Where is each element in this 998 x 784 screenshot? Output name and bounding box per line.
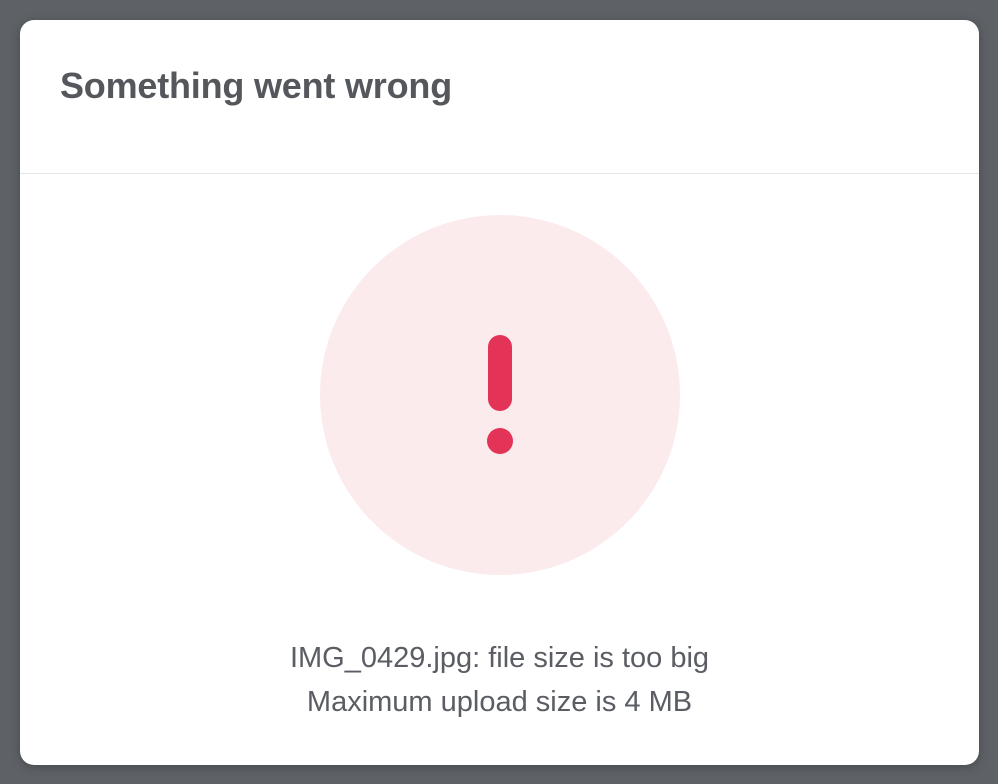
exclamation-dot [487,428,513,454]
dialog-body: IMG_0429.jpg: file size is too big Maxim… [20,174,979,764]
error-message: IMG_0429.jpg: file size is too big Maxim… [20,636,979,724]
dialog-title: Something went wrong [60,64,452,106]
error-dialog: Something went wrong IMG_0429.jpg: file … [20,20,979,765]
exclamation-bar [488,335,512,411]
exclamation-icon [320,215,680,575]
error-file-line: IMG_0429.jpg: file size is too big [289,642,710,674]
upload-limit-line: Maximum upload size is 4 MB [306,686,693,718]
dialog-header: Something went wrong [20,20,979,174]
